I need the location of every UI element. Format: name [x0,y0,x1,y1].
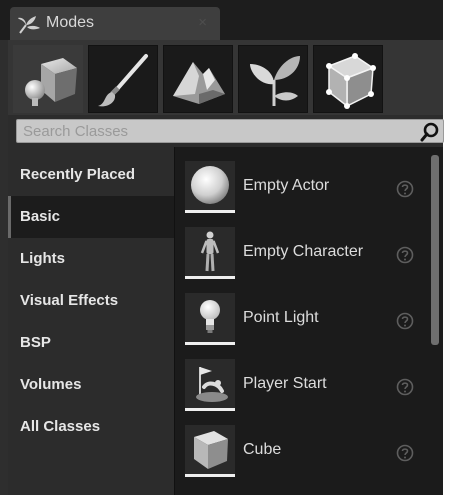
place-cube-icon [25,58,77,106]
geometry-box-icon [326,53,376,109]
modes-panel: Modes × Search Classes Recently Placed B… [0,0,444,495]
paint-mode-button[interactable] [88,45,158,113]
list-scrollbar[interactable] [431,155,439,345]
player-start-icon [196,367,228,402]
item-label: Point Light [243,309,319,326]
category-recently-placed[interactable]: Recently Placed [8,154,174,196]
tab-title: Modes [46,14,95,31]
foliage-leaf-icon [250,56,300,106]
cube-icon [194,431,228,469]
list-item-player-start[interactable]: Player Start [185,359,420,415]
geometry-mode-button[interactable] [313,45,383,113]
item-label: Player Start [243,375,327,392]
character-icon [200,231,220,272]
category-lights[interactable]: Lights [8,238,174,280]
place-mode-button[interactable] [13,45,83,113]
search-icon[interactable] [420,122,440,142]
item-thumbnail [185,293,235,345]
tab-close-icon[interactable]: × [198,14,207,31]
sphere-icon [191,166,229,204]
help-icon[interactable] [396,180,414,198]
help-icon[interactable] [396,246,414,264]
item-thumbnail [185,359,235,411]
item-label: Cube [243,441,282,458]
item-thumbnail [185,425,235,477]
list-item-empty-actor[interactable]: Empty Actor [185,161,420,217]
list-item-cube[interactable]: Cube [185,425,420,481]
category-list: Recently Placed Basic Lights Visual Effe… [8,147,174,495]
tab-modes[interactable]: Modes × [10,7,220,40]
help-icon[interactable] [396,378,414,396]
item-label: Empty Actor [243,177,330,194]
item-thumbnail [185,227,235,279]
category-bsp[interactable]: BSP [8,322,174,364]
search-box [16,119,444,143]
list-item-empty-character[interactable]: Empty Character [185,227,420,283]
landscape-mode-button[interactable] [163,45,233,113]
lightbulb-icon [200,300,220,333]
help-icon[interactable] [396,312,414,330]
paintbrush-icon [98,54,148,107]
item-thumbnail [185,161,235,213]
foliage-mode-button[interactable] [238,45,308,113]
category-volumes[interactable]: Volumes [8,364,174,406]
category-visual-effects[interactable]: Visual Effects [8,280,174,322]
landscape-mountain-icon [173,62,225,104]
category-all-classes[interactable]: All Classes [8,406,174,448]
modes-leaf-icon [18,16,40,34]
mode-toolbar [8,40,443,115]
tab-bar: Modes × [0,0,443,40]
placement-browser: Recently Placed Basic Lights Visual Effe… [8,147,443,495]
search-bar [8,115,444,147]
help-icon[interactable] [396,444,414,462]
list-item-point-light[interactable]: Point Light [185,293,420,349]
item-list: Empty Actor Empty Character Point Light … [174,147,443,495]
search-input[interactable] [17,120,409,142]
category-basic[interactable]: Basic [8,196,174,238]
item-label: Empty Character [243,243,364,260]
